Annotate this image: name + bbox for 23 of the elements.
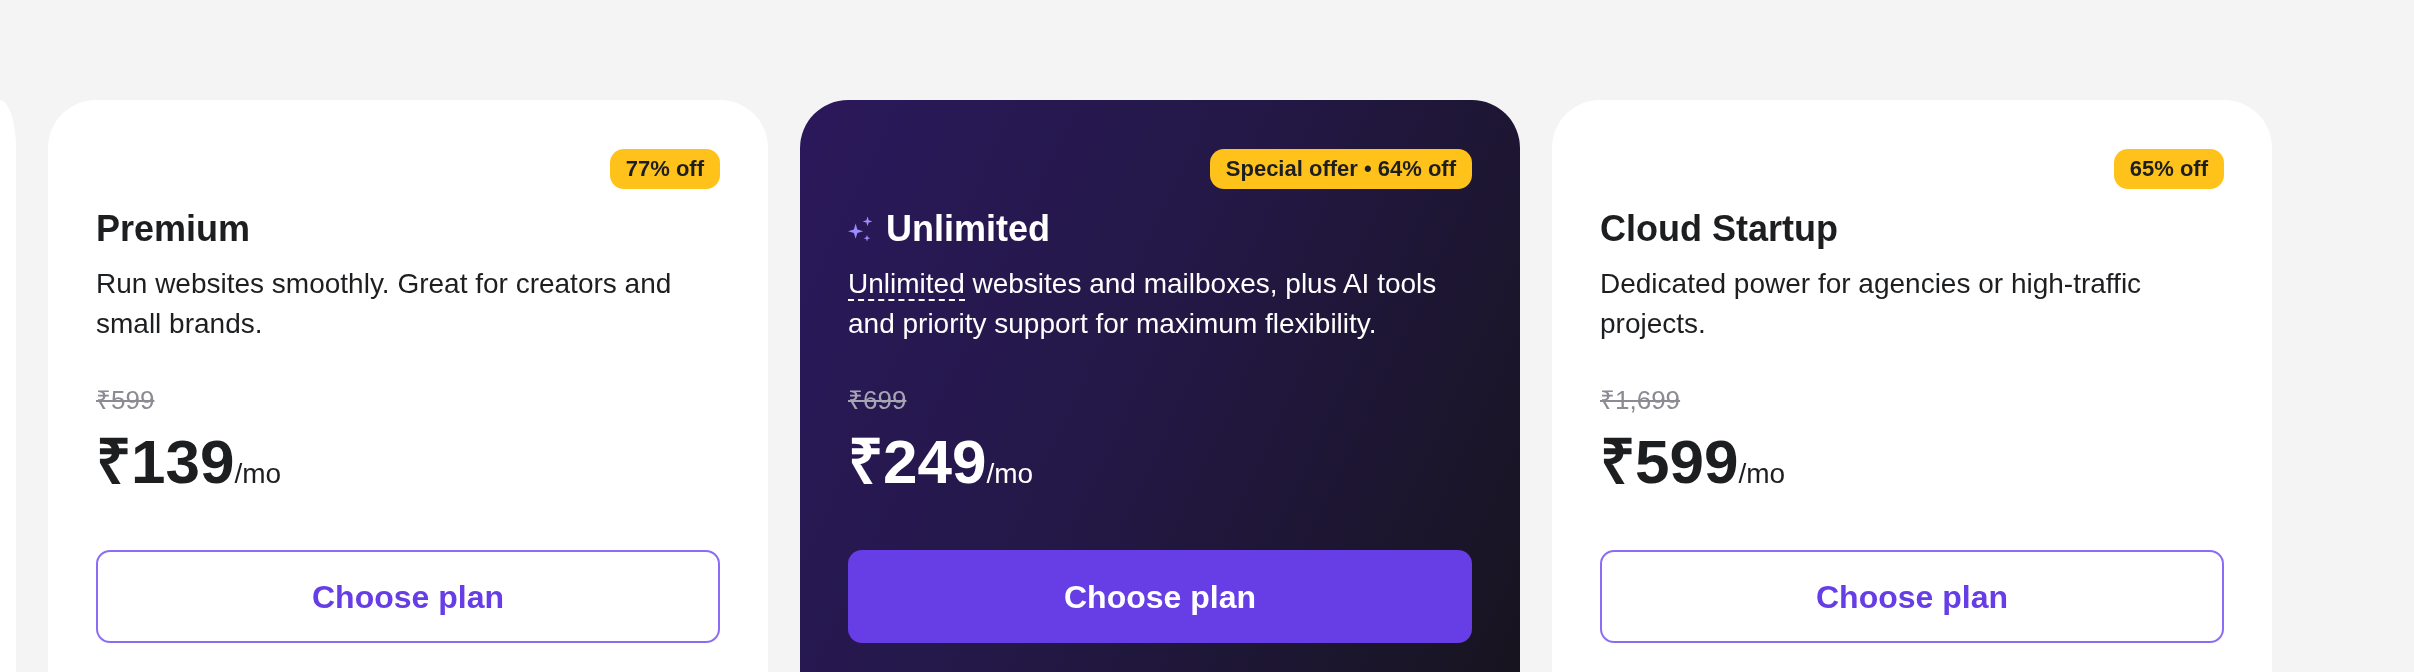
- plan-description: Unlimited websites and mailboxes, plus AI tools and priority support for maximum flexibility.: [848, 267, 1438, 341]
- discount-badge: 77% off: [609, 149, 720, 189]
- price: ₹249: [848, 426, 987, 498]
- plan-name: Unlimited: [886, 207, 1050, 251]
- billing-period: /mo: [986, 458, 1034, 491]
- choose-plan-button[interactable]: Choose plan: [1600, 550, 2224, 643]
- price: ₹139: [96, 426, 235, 498]
- original-price: ₹599: [96, 384, 155, 416]
- tooltip-term[interactable]: Unlimited: [848, 268, 965, 301]
- discount-badge: Special offer • 64% off: [1209, 149, 1472, 189]
- billing-period: /mo: [234, 458, 282, 491]
- choose-plan-button[interactable]: Choose plan: [848, 550, 1472, 643]
- original-price: ₹699: [848, 384, 907, 416]
- plan-description: Run websites smoothly. Great for creators and small brands.: [96, 267, 673, 341]
- original-price: ₹1,699: [1600, 384, 1681, 416]
- price: ₹599: [1600, 426, 1739, 498]
- billing-period: /mo: [1738, 458, 1786, 491]
- choose-plan-button[interactable]: Choose plan: [96, 550, 720, 643]
- discount-badge: 65% off: [2113, 149, 2224, 189]
- plan-name: Premium: [96, 207, 251, 251]
- plan-description: Dedicated power for agencies or high-traffic projects.: [1600, 267, 2143, 341]
- plan-name: Cloud Startup: [1600, 207, 1838, 251]
- sparkle-icon: [848, 216, 873, 242]
